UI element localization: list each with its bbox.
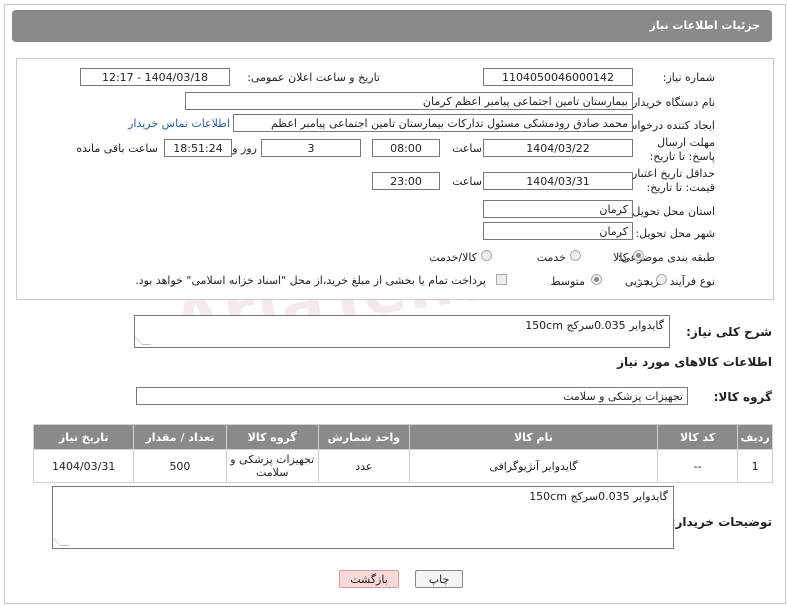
process-radio-minor[interactable] bbox=[656, 274, 667, 285]
cell-code: -- bbox=[657, 449, 739, 483]
buyer-notes-textarea[interactable]: گایدوایر 0.035سرکج 150cm bbox=[51, 486, 674, 549]
buyer-notes-text: گایدوایر 0.035سرکج 150cm bbox=[529, 490, 668, 503]
description-textarea[interactable]: گایدوایر 0.035سرکج 150cm bbox=[133, 315, 670, 348]
items-table: ردیف کد کالا نام کالا واحد شمارش گروه کا… bbox=[32, 424, 773, 483]
buyer-contact-link[interactable]: اطلاعات تماس خریدار bbox=[128, 117, 230, 130]
deadline-hour-label: ساعت bbox=[452, 142, 482, 155]
process-radio-medium[interactable] bbox=[591, 274, 602, 285]
description-text: گایدوایر 0.035سرکج 150cm bbox=[525, 319, 664, 332]
deadline-label: مهلت ارسال پاسخ: تا تاریخ: bbox=[649, 136, 715, 163]
resize-handle-icon[interactable] bbox=[133, 336, 152, 345]
cell-group: تجهیزات پزشکی و سلامت bbox=[225, 449, 319, 483]
col-quantity: تعداد / مقدار bbox=[133, 424, 227, 450]
buyer-notes-label: توضیحات خریدار: bbox=[670, 515, 772, 529]
treasury-payment-note: پرداخت تمام یا بخشی از مبلغ خرید،از محل … bbox=[135, 274, 486, 287]
col-row: ردیف bbox=[737, 424, 773, 450]
buyer-org-label: نام دستگاه خریدار: bbox=[628, 96, 715, 109]
delivery-city-field[interactable]: کرمان bbox=[483, 222, 633, 240]
days-label: روز و bbox=[232, 142, 257, 155]
remaining-time-field[interactable]: 18:51:24 bbox=[164, 139, 232, 157]
page-title: جزئیات اطلاعات نیاز bbox=[649, 19, 761, 32]
need-number-label: شماره نیاز: bbox=[662, 71, 715, 84]
print-button[interactable]: چاپ bbox=[415, 570, 463, 588]
deadline-date-field[interactable]: 1404/03/22 bbox=[483, 139, 633, 157]
cell-row: 1 bbox=[737, 449, 773, 483]
cell-quantity: 500 bbox=[133, 449, 227, 483]
process-medium-label: متوسط bbox=[550, 275, 585, 288]
treasury-payment-checkbox[interactable] bbox=[496, 274, 507, 285]
category-radio-goods[interactable] bbox=[633, 250, 644, 261]
col-group: گروه کالا bbox=[225, 424, 319, 450]
announce-label: تاریخ و ساعت اعلان عمومی: bbox=[247, 71, 380, 84]
category-goods-label: کالا bbox=[613, 251, 628, 264]
validity-hour-label: ساعت bbox=[452, 175, 482, 188]
goods-group-field[interactable]: تجهیزات پزشکی و سلامت bbox=[136, 387, 688, 405]
days-remaining-field[interactable]: 3 bbox=[261, 139, 361, 157]
page-header: جزئیات اطلاعات نیاز bbox=[12, 10, 772, 42]
delivery-city-label: شهر محل تحویل: bbox=[635, 227, 715, 240]
remaining-label: ساعت باقی مانده bbox=[76, 142, 158, 155]
category-radio-service[interactable] bbox=[570, 250, 581, 261]
category-goods-service-label: کالا/خدمت bbox=[429, 251, 477, 264]
creator-field[interactable]: محمد صادق رودمشکی مسئول تدارکات بیمارستا… bbox=[233, 114, 633, 132]
min-validity-label: حداقل تاریخ اعتبار قیمت: تا تاریخ: bbox=[631, 167, 715, 194]
need-number-field[interactable]: 1104050046000142 bbox=[483, 68, 633, 86]
validity-date-field[interactable]: 1404/03/31 bbox=[483, 172, 633, 190]
col-date: تاریخ نیاز bbox=[32, 424, 135, 450]
category-radio-goods-service[interactable] bbox=[481, 250, 492, 261]
col-code: کد کالا bbox=[657, 424, 739, 450]
cell-date: 1404/03/31 bbox=[32, 449, 135, 483]
table-row[interactable]: 1 -- گایدوایر آنژیوگرافی عدد تجهیزات پزش… bbox=[32, 449, 773, 483]
deadline-time-field[interactable]: 08:00 bbox=[372, 139, 440, 157]
goods-info-title: اطلاعات کالاهای مورد نیاز bbox=[617, 355, 772, 369]
back-button[interactable]: بازگشت bbox=[339, 570, 399, 588]
description-label: شرح کلی نیاز: bbox=[686, 325, 772, 339]
process-minor-label: جزیی bbox=[624, 275, 650, 288]
col-unit: واحد شمارش bbox=[317, 424, 410, 450]
table-header-row: ردیف کد کالا نام کالا واحد شمارش گروه کا… bbox=[32, 424, 773, 450]
delivery-province-field[interactable]: کرمان bbox=[483, 200, 633, 218]
validity-time-field[interactable]: 23:00 bbox=[372, 172, 440, 190]
col-name: نام کالا bbox=[408, 424, 659, 450]
buyer-org-field[interactable]: بیمارستان تامین اجتماعی پیامبر اعظم کرما… bbox=[185, 92, 633, 110]
announce-datetime-field[interactable]: 1404/03/18 - 12:17 bbox=[80, 68, 230, 86]
resize-handle-icon[interactable] bbox=[51, 537, 70, 546]
cell-name: گایدوایر آنژیوگرافی bbox=[408, 449, 659, 483]
cell-unit: عدد bbox=[317, 449, 410, 483]
goods-group-label: گروه کالا: bbox=[713, 390, 772, 404]
delivery-province-label: استان محل تحویل: bbox=[628, 205, 715, 218]
category-service-label: خدمت bbox=[536, 251, 566, 264]
